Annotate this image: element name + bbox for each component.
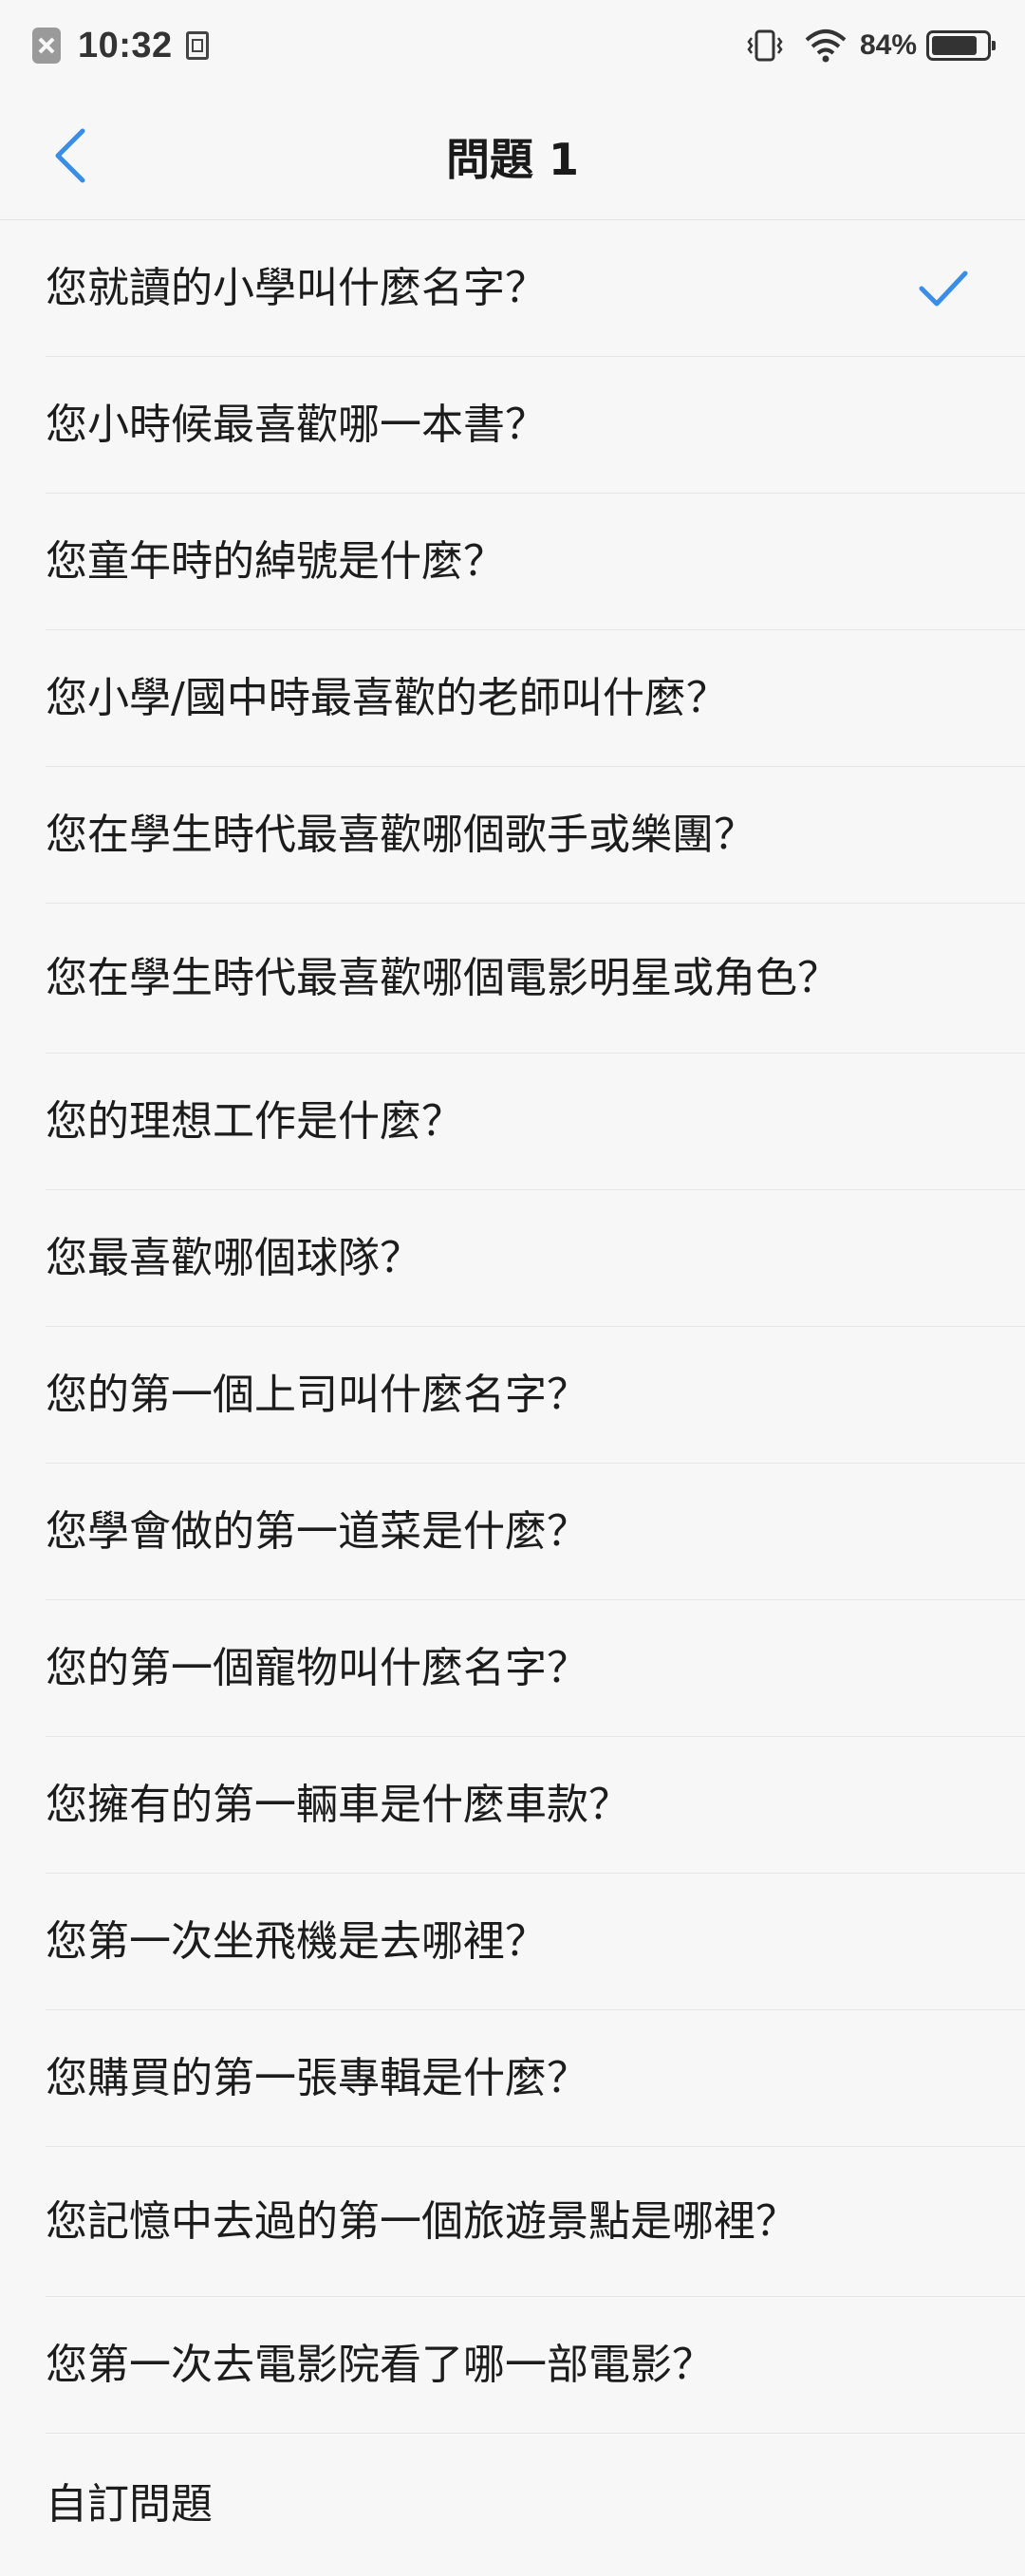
status-bar: 10:32 84% bbox=[0, 0, 1025, 91]
vibrate-icon bbox=[747, 29, 783, 62]
question-item[interactable]: 您第一次去電影院看了哪一部電影？ bbox=[46, 2297, 1025, 2434]
question-label: 您小時候最喜歡哪一本書？ bbox=[46, 400, 547, 449]
notification-icon bbox=[32, 28, 61, 64]
question-item[interactable]: 您的第一個上司叫什麼名字？ bbox=[46, 1327, 1025, 1464]
question-item[interactable]: 您的第一個寵物叫什麼名字？ bbox=[46, 1600, 1025, 1737]
question-label: 您第一次坐飛機是去哪裡？ bbox=[46, 1916, 547, 1966]
status-right: 84% bbox=[746, 23, 996, 68]
page-title: 問題 1 bbox=[445, 134, 580, 185]
question-label: 您童年時的綽號是什麼？ bbox=[46, 536, 505, 586]
status-time: 10:32 bbox=[78, 25, 173, 65]
question-item[interactable]: 您小時候最喜歡哪一本書？ bbox=[46, 357, 1025, 494]
question-item[interactable]: 您學會做的第一道菜是什麼？ bbox=[46, 1464, 1025, 1600]
question-item[interactable]: 您就讀的小學叫什麼名字？ bbox=[46, 220, 1025, 357]
question-label: 您最喜歡哪個球隊？ bbox=[46, 1233, 421, 1282]
question-item[interactable]: 您擁有的第一輛車是什麼車款？ bbox=[46, 1737, 1025, 1874]
question-item[interactable]: 您購買的第一張專輯是什麼？ bbox=[46, 2010, 1025, 2147]
question-label: 您的第一個寵物叫什麼名字？ bbox=[46, 1643, 588, 1692]
battery-percent: 84% bbox=[859, 29, 917, 61]
question-label: 您在學生時代最喜歡哪個電影明星或角色？ bbox=[46, 953, 839, 1002]
question-label: 自訂問題 bbox=[46, 2480, 213, 2529]
question-label: 您學會做的第一道菜是什麼？ bbox=[46, 1506, 588, 1556]
question-label: 您第一次去電影院看了哪一部電影？ bbox=[46, 2340, 714, 2389]
question-label: 您的理想工作是什麼？ bbox=[46, 1096, 463, 1146]
sim-icon bbox=[185, 31, 209, 60]
wifi-icon bbox=[805, 29, 847, 63]
question-item[interactable]: 您在學生時代最喜歡哪個電影明星或角色？ bbox=[46, 904, 1025, 1054]
question-label: 您的第一個上司叫什麼名字？ bbox=[46, 1370, 588, 1419]
question-item[interactable]: 您的理想工作是什麼？ bbox=[46, 1054, 1025, 1190]
question-label: 您就讀的小學叫什麼名字？ bbox=[46, 263, 547, 312]
question-item[interactable]: 您記憶中去過的第一個旅遊景點是哪裡？ bbox=[46, 2147, 1025, 2297]
question-item[interactable]: 您在學生時代最喜歡哪個歌手或樂團？ bbox=[46, 767, 1025, 904]
battery-icon bbox=[926, 30, 996, 61]
status-left: 10:32 bbox=[32, 21, 209, 70]
question-list: 您就讀的小學叫什麼名字？ 您小時候最喜歡哪一本書？ 您童年時的綽號是什麼？ 您小學/國… bbox=[0, 220, 1025, 2576]
question-item[interactable]: 您小學/國中時最喜歡的老師叫什麼？ bbox=[46, 630, 1025, 767]
question-item[interactable]: 您最喜歡哪個球隊？ bbox=[46, 1190, 1025, 1327]
question-item[interactable]: 您第一次坐飛機是去哪裡？ bbox=[46, 1874, 1025, 2010]
question-label: 您在學生時代最喜歡哪個歌手或樂團？ bbox=[46, 810, 755, 859]
battery-level bbox=[932, 36, 978, 55]
question-item[interactable]: 您童年時的綽號是什麼？ bbox=[46, 494, 1025, 630]
question-item[interactable]: 自訂問題 bbox=[46, 2434, 1025, 2576]
header: 問題 1 bbox=[0, 91, 1025, 220]
check-icon bbox=[919, 271, 968, 306]
question-label: 您購買的第一張專輯是什麼？ bbox=[46, 2053, 588, 2102]
question-label: 您擁有的第一輛車是什麼車款？ bbox=[46, 1780, 630, 1829]
question-label: 您小學/國中時最喜歡的老師叫什麼？ bbox=[46, 673, 728, 722]
question-label: 您記憶中去過的第一個旅遊景點是哪裡？ bbox=[46, 2196, 797, 2246]
